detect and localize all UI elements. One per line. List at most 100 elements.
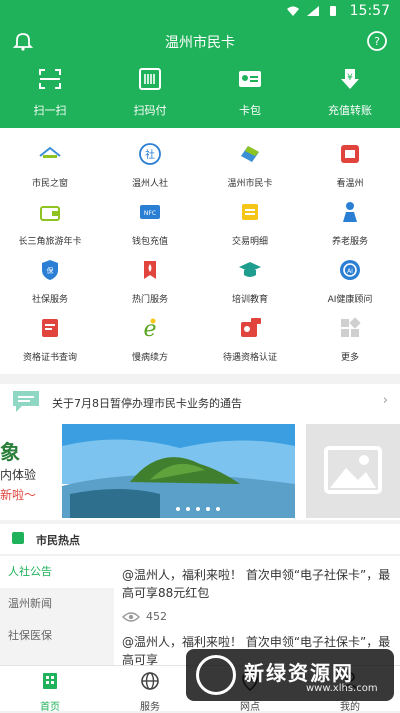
service-label: 待遇资格认证 [200,350,300,363]
service-label: 市民之窗 [0,176,100,189]
banner-line3: 新啦～ [0,486,36,503]
tab-home[interactable]: 首页 [0,666,100,711]
watermark-badge: 新绿资源网 www.xlhs.com [186,649,394,701]
service-label: 交易明细 [200,234,300,247]
page-title: 温州市民卡 [0,32,400,52]
card-icon [237,66,263,92]
service-ai-health[interactable]: AI AI健康顾问 [300,258,400,316]
window-icon [38,142,62,166]
watermark-url: www.xlhs.com [306,683,378,694]
service-popular[interactable]: 热门服务 [100,258,200,316]
notice-bar[interactable]: 关于7月8日暂停办理市民卡业务的通告 › [0,384,400,420]
quick-card-label: 卡包 [200,102,300,118]
citizen-card-icon [238,142,262,166]
news-category-announcements[interactable]: 人社公告 [0,556,114,588]
shield-icon: 保 [38,258,62,282]
service-transactions[interactable]: 交易明细 [200,200,300,258]
tab-services[interactable]: 服务 [100,666,200,711]
banner-next-slide[interactable] [306,424,400,518]
service-label: 慢病续方 [100,350,200,363]
service-citizen-card[interactable]: 温州市民卡 [200,142,300,200]
service-label: 看温州 [300,176,400,189]
banner-line1: 象 [0,436,20,465]
announcement-icon [10,388,42,414]
scan-icon [37,66,63,92]
certificate-icon [38,316,62,340]
banner-slide[interactable]: 象 内体验 新啦～ [0,424,295,518]
banner-line2: 内体验 [0,466,36,483]
news-category-local[interactable]: 温州新闻 [0,588,114,620]
service-label: 温州市民卡 [200,176,300,189]
news-item[interactable]: @温州人，福利来啦！ 首次申领“电子社保卡”，最高可享88元红包 [122,566,392,602]
hot-section-header: 市民热点 [0,524,400,554]
service-grid: 市民之窗 社 温州人社 温州市民卡 看温州 长三角旅游年卡 NFC 钱包充值 交… [0,128,400,374]
service-social-security[interactable]: 保 社保服务 [0,258,100,316]
service-label: 养老服务 [300,234,400,247]
quick-recharge-label: 充值转账 [300,102,400,118]
quick-recharge[interactable]: ¥ 充值转账 [300,66,400,118]
transactions-icon [238,200,262,224]
app-header: 温州市民卡 ? 扫一扫 扫码付 [0,24,400,128]
news-view-count: 452 [146,610,167,623]
news-category-insurance[interactable]: 社保医保 [0,620,114,652]
quick-pay[interactable]: 扫码付 [100,66,200,118]
ai-health-icon: AI [338,258,362,282]
service-more[interactable]: 更多 [300,316,400,374]
status-icons [286,5,340,17]
service-label: AI健康顾问 [300,292,400,305]
service-wallet-topup[interactable]: NFC 钱包充值 [100,200,200,258]
service-wenzhou-social[interactable]: 社 温州人社 [100,142,200,200]
signal-icon [306,5,320,17]
home-icon [39,670,61,692]
service-chronic[interactable]: e 慢病续方 [100,316,200,374]
yuan-down-icon: ¥ [337,66,363,92]
service-elderly[interactable]: 养老服务 [300,200,400,258]
banner-carousel[interactable]: 象 内体验 新啦～ [0,420,400,520]
notice-text: 关于7月8日暂停办理市民卡业务的通告 [52,395,242,411]
news-views: 452 [122,610,392,623]
service-label: 温州人社 [100,176,200,189]
social-icon: 社 [138,142,162,166]
nfc-icon: NFC [138,200,162,224]
status-time: 15:57 [350,3,390,19]
service-verify[interactable]: 待遇资格认证 [200,316,300,374]
help-icon[interactable]: ? [366,30,388,52]
barcode-icon [137,66,163,92]
watermark-text: 新绿资源网 [244,657,354,686]
service-watch-wenzhou[interactable]: 看温州 [300,142,400,200]
more-icon [338,316,362,340]
service-label: 社保服务 [0,292,100,305]
watermark-logo [196,655,236,695]
svg-text:社: 社 [145,148,155,161]
wifi-icon [286,5,300,17]
service-yangtze-card[interactable]: 长三角旅游年卡 [0,200,100,258]
globe-icon [139,670,161,692]
svg-text:?: ? [374,35,380,48]
news-category-list: 人社公告 温州新闻 社保医保 [0,556,114,666]
image-placeholder-icon [306,424,400,518]
wallet-icon [38,200,62,224]
service-citizen-window[interactable]: 市民之窗 [0,142,100,200]
svg-text:NFC: NFC [144,210,156,217]
service-label: 长三角旅游年卡 [0,234,100,247]
svg-text:¥: ¥ [347,73,353,83]
quick-actions: 扫一扫 扫码付 卡包 ¥ 充值转账 [0,66,400,118]
quick-scan[interactable]: 扫一扫 [0,66,100,118]
service-label: 培训教育 [200,292,300,305]
eye-icon [122,611,140,623]
service-certificate[interactable]: 资格证书查询 [0,316,100,374]
landscape-image [0,424,295,518]
chevron-right-icon: › [383,393,388,408]
status-bar: 15:57 [0,0,400,24]
service-label: 热门服务 [100,292,200,305]
svg-text:AI: AI [347,268,353,275]
graduation-icon [238,258,262,282]
service-training[interactable]: 培训教育 [200,258,300,316]
quick-card[interactable]: 卡包 [200,66,300,118]
service-label: 资格证书查询 [0,350,100,363]
hot-section-title: 市民热点 [36,532,80,548]
svg-text:保: 保 [47,266,54,275]
quick-scan-label: 扫一扫 [0,102,100,118]
chronic-icon: e [138,316,162,340]
battery-icon [326,5,340,17]
